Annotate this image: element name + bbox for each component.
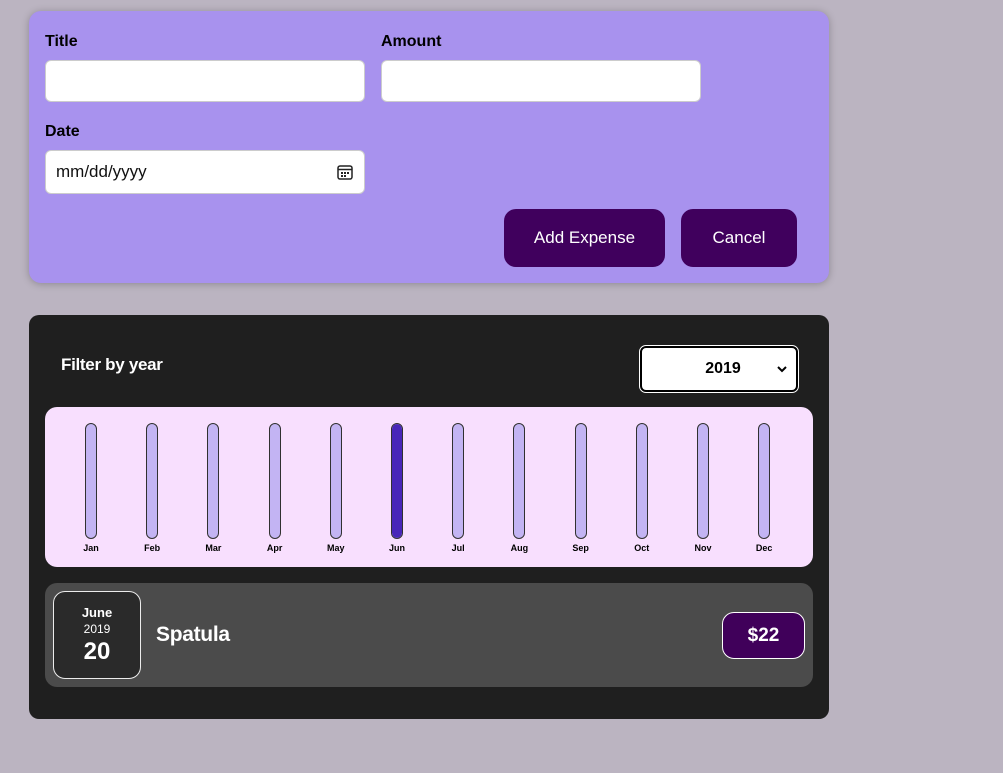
chart-bar-track xyxy=(268,423,281,539)
chart-bar-jan: Jan xyxy=(81,423,101,553)
date-field: Date mm/dd/yyyy xyxy=(45,122,365,194)
chart-bar-aug: Aug xyxy=(509,423,529,553)
chart-bar-sep: Sep xyxy=(571,423,591,553)
chart-bar-label: Apr xyxy=(266,543,283,553)
year-select-value: 2019 xyxy=(705,360,741,377)
chart-bar-jun: Jun xyxy=(387,423,407,553)
expenses-chart: Jan Feb Mar Apr May Jun Jul Aug Sep Oct Nov Dec xyxy=(45,407,813,567)
chart-bar-label: Jun xyxy=(388,543,405,553)
title-field: Title xyxy=(45,32,365,102)
calendar-icon[interactable] xyxy=(336,163,354,181)
chart-bar-track xyxy=(513,423,526,539)
chart-bar-track xyxy=(574,423,587,539)
chart-bar-feb: Feb xyxy=(142,423,162,553)
date-input[interactable]: mm/dd/yyyy xyxy=(45,150,365,194)
title-label: Title xyxy=(45,33,78,50)
chart-bar-mar: Mar xyxy=(203,423,223,553)
date-label: Date xyxy=(45,123,80,140)
expense-item: June 2019 20 Spatula $22 xyxy=(45,583,813,687)
chevron-down-icon xyxy=(776,362,788,374)
chart-bar-track xyxy=(85,423,97,539)
chart-bar-nov: Nov xyxy=(693,423,713,553)
expense-title: Spatula xyxy=(156,623,230,646)
expense-date-day: 20 xyxy=(83,637,111,665)
year-select[interactable]: 2019 xyxy=(639,345,799,393)
new-expense-form: Title Amount Date mm/dd/yyyy Add Expense xyxy=(29,11,829,283)
add-expense-button[interactable]: Add Expense xyxy=(504,209,665,267)
chart-bar-label: Feb xyxy=(144,543,161,553)
expense-date-year: 2019 xyxy=(83,621,111,636)
chart-bar-track xyxy=(758,423,771,539)
chart-bar-label: Nov xyxy=(694,543,712,553)
chart-bar-track xyxy=(207,423,220,539)
chart-bar-label: Dec xyxy=(755,543,773,553)
chart-bar-label: Jan xyxy=(83,543,99,553)
cancel-button[interactable]: Cancel xyxy=(681,209,797,267)
chart-bar-track xyxy=(452,423,465,539)
expense-date: June 2019 20 xyxy=(53,591,141,679)
amount-field: Amount xyxy=(381,32,701,102)
expenses-panel: Filter by year 2019 Jan Feb Mar Apr May Jun Ju… xyxy=(29,315,829,719)
chart-bar-label: May xyxy=(327,543,345,553)
chart-bar-label: Oct xyxy=(634,543,650,553)
date-placeholder: mm/dd/yyyy xyxy=(56,162,147,181)
chart-bar-jul: Jul xyxy=(448,423,468,553)
chart-bar-oct: Oct xyxy=(632,423,652,553)
filter-label: Filter by year xyxy=(61,355,163,374)
chart-bar-label: Aug xyxy=(510,543,529,553)
chart-bar-may: May xyxy=(326,423,346,553)
chart-bar-dec: Dec xyxy=(754,423,774,553)
expense-amount: $22 xyxy=(722,612,805,659)
chart-bar-label: Jul xyxy=(451,543,465,553)
chart-bar-track xyxy=(635,423,648,539)
chart-bar-track xyxy=(697,423,709,539)
amount-input[interactable] xyxy=(381,60,701,102)
expense-date-month: June xyxy=(81,604,113,620)
amount-label: Amount xyxy=(381,33,442,50)
chart-bar-label: Mar xyxy=(205,543,222,553)
chart-bar-label: Sep xyxy=(572,543,589,553)
chart-bar-fill xyxy=(392,424,402,538)
title-input[interactable] xyxy=(45,60,365,102)
chart-bar-track xyxy=(146,423,159,539)
chart-bar-track xyxy=(391,423,403,539)
chart-bar-track xyxy=(329,423,342,539)
chart-bar-apr: Apr xyxy=(265,423,285,553)
